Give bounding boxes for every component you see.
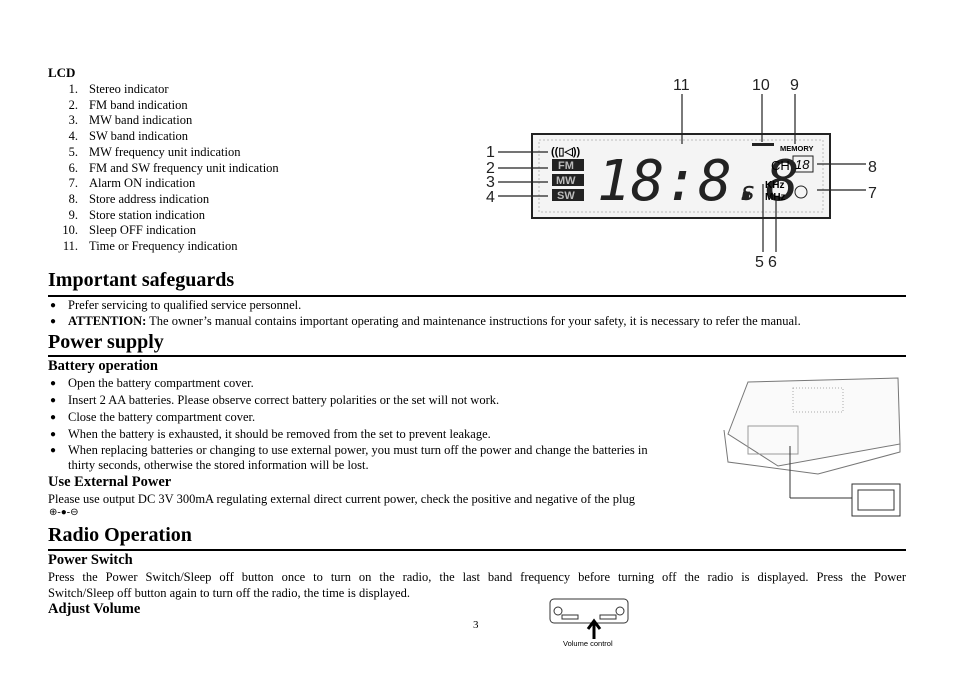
arrow-up-icon [586,618,602,639]
page-number: 3 [473,619,479,631]
power-switch-text-2: Switch/Sleep off button again to turn of… [48,586,410,600]
safeguard-item: Prefer servicing to qualified service pe… [68,298,302,312]
lcd-item: Store address indication [89,191,210,206]
plug-polarity-symbol: ⊕-●-⊖ [49,507,79,518]
callout-8: 8 [868,159,877,176]
lcd-item: FM and SW frequency unit indication [89,160,279,175]
external-power-title: Use External Power [48,474,172,490]
callout-9: 9 [790,77,799,94]
lcd-item-number: 8. [68,191,78,206]
lcd-item: Time or Frequency indication [89,239,238,253]
safeguard-item: ATTENTION: The owner’s manual contains i… [68,314,801,328]
lcd-item-number: 7. [68,176,78,191]
sleep-icon [752,143,774,146]
battery-step: Close the battery compartment cover. [68,410,256,424]
callout-5: 5 [755,254,764,271]
battery-step-cont: thirty seconds, otherwise the stored inf… [68,458,369,472]
battery-step: Insert 2 AA batteries. Please observe co… [68,393,500,407]
volume-control-image [549,598,629,639]
volume-caption: Volume control [563,639,613,648]
power-switch-text: Press the Power Switch/Sleep off button … [48,570,906,584]
lcd-item: MW band indication [89,113,193,128]
lcd-item-number: 10. [62,223,78,238]
lcd-item-number: 2. [68,97,78,112]
lcd-title: LCD [48,65,76,80]
lcd-item-number: 3. [68,113,78,128]
ch-value: 18 [795,157,810,172]
callout-7: 7 [868,185,877,202]
lcd-diagram: 1 2 3 4 5 6 7 8 9 10 11 ((▯◁)) FM MW SW … [486,77,877,271]
svg-text:s: s [740,177,756,207]
lcd-item-number: 6. [68,160,78,175]
radio-title: Radio Operation [48,524,192,546]
band-mw: MW [556,175,576,187]
battery-compartment-image [723,377,901,517]
lcd-item: Sleep OFF indication [89,223,196,238]
stereo-icon: ((▯◁)) [551,146,581,158]
lcd-item: Stereo indicator [89,82,169,96]
safeguards-title: Important safeguards [48,269,235,291]
battery-title: Battery operation [48,358,158,374]
khz-label: KHz [765,180,784,191]
lcd-item-number: 11. [62,239,78,253]
divider [48,549,906,551]
lcd-item: MW frequency unit indication [89,144,241,159]
lcd-item-number: 5. [68,144,78,159]
power-switch-title: Power Switch [48,552,133,568]
lcd-item-number: 1. [68,82,78,96]
battery-step: When replacing batteries or changing to … [68,443,648,457]
manual-page: { "lcd":{"title":"LCD","items":["Stereo … [0,0,954,675]
divider [48,355,906,357]
mhz-label: MHz [765,192,786,203]
lcd-item-number: 9. [68,207,78,222]
volume-title: Adjust Volume [48,601,141,617]
battery-step: Open the battery compartment cover. [68,376,254,390]
band-sw: SW [557,190,575,202]
callout-1: 1 [486,144,495,161]
band-fm: FM [558,160,574,172]
lcd-item: SW band indication [89,129,189,144]
lcd-item: Store station indication [89,207,205,222]
callout-11: 11 [673,77,690,94]
memory-label: MEMORY [780,144,813,153]
lcd-item: Alarm ON indication [89,176,196,191]
lcd-item-number: 4. [68,129,78,144]
callout-10: 10 [752,77,770,94]
external-power-text: Please use output DC 3V 300mA regulating… [48,492,635,506]
ch-label: CH [771,158,790,173]
callout-4: 4 [486,189,495,206]
callout-6: 6 [768,254,777,271]
lcd-item: FM band indication [89,97,188,112]
battery-step: When the battery is exhausted, it should… [68,427,491,441]
power-title: Power supply [48,331,164,353]
divider [48,295,906,297]
